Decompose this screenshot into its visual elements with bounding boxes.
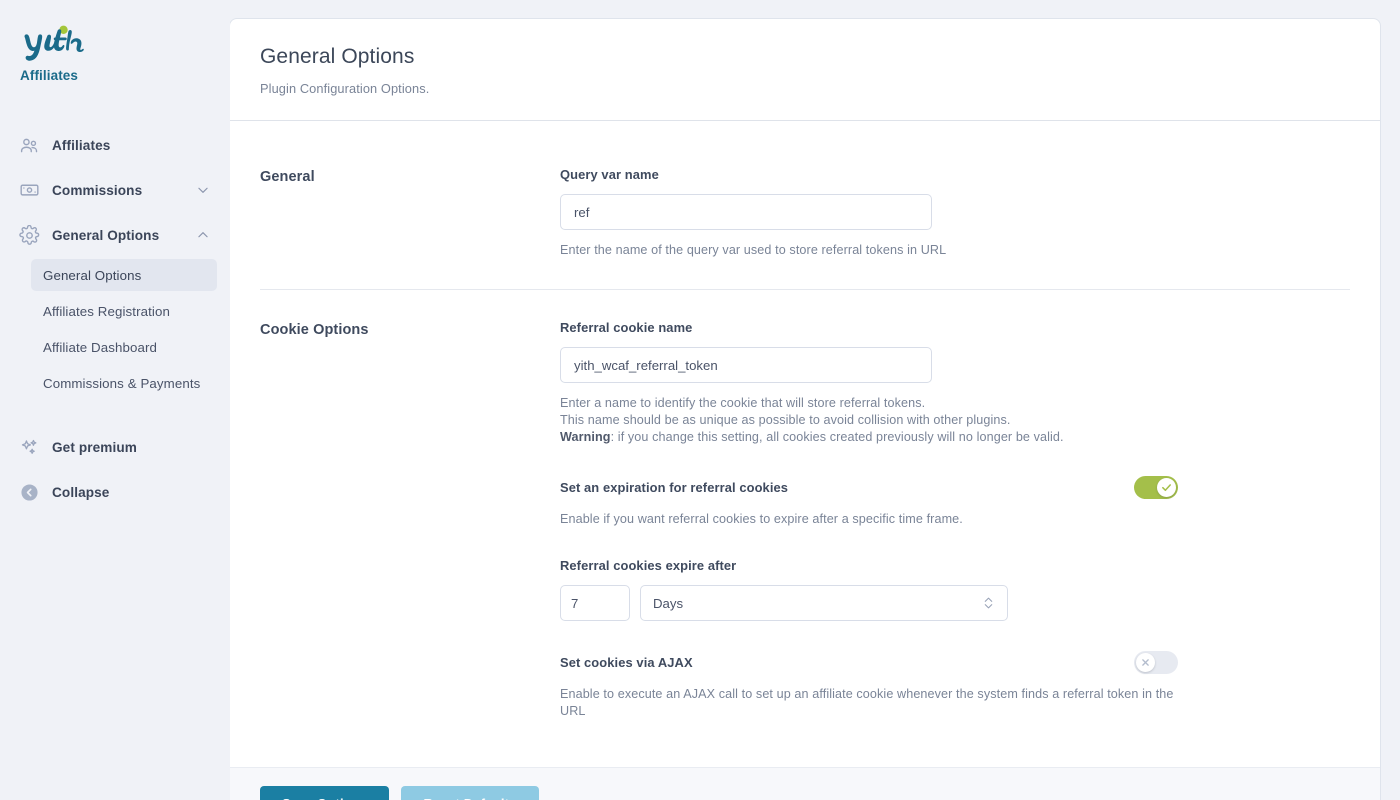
sidebar-item-affiliates[interactable]: Affiliates — [0, 125, 230, 165]
description-line-1: Enter a name to identify the cookie that… — [560, 395, 1200, 412]
sidebar-item-label: General Options — [52, 228, 196, 243]
sidebar-item-general-options[interactable]: General Options — [0, 215, 230, 255]
expire-after-label: Referral cookies expire after — [560, 558, 1200, 573]
field-referral-cookie-name: Referral cookie name Enter a name to ide… — [560, 320, 1200, 446]
referral-cookie-name-description: Enter a name to identify the cookie that… — [560, 395, 1200, 446]
options-panel: General Options Plugin Configuration Opt… — [230, 19, 1380, 800]
page-title: General Options — [260, 45, 1350, 69]
sidebar-subitem-general-options[interactable]: General Options — [31, 259, 217, 291]
sidebar-item-label: Affiliates — [52, 138, 210, 153]
ajax-toggle-switch[interactable] — [1134, 651, 1178, 674]
query-var-name-description: Enter the name of the query var used to … — [560, 242, 1200, 259]
ajax-toggle-row: Set cookies via AJAX — [560, 651, 1178, 674]
check-icon — [1161, 482, 1172, 493]
section-cookie-options-label: Cookie Options — [260, 320, 560, 720]
sidebar-item-get-premium[interactable]: Get premium — [0, 427, 230, 467]
banknote-icon — [18, 179, 40, 201]
sparkles-icon — [18, 436, 40, 458]
reset-defaults-button[interactable]: Reset Defaults — [401, 786, 538, 800]
general-options-subnav: General Options Affiliates Registration … — [0, 259, 230, 399]
referral-cookie-name-label: Referral cookie name — [560, 320, 1200, 335]
sidebar-subitem-label: General Options — [43, 268, 141, 283]
ajax-toggle-label: Set cookies via AJAX — [560, 655, 693, 670]
expiration-toggle-switch[interactable] — [1134, 476, 1178, 499]
yith-logo-icon — [18, 22, 96, 62]
toggle-knob — [1157, 478, 1176, 497]
section-cookie-options: Cookie Options Referral cookie name Ente… — [260, 289, 1350, 720]
page-subtitle: Plugin Configuration Options. — [260, 81, 1350, 96]
sidebar-subitem-commissions-payments[interactable]: Commissions & Payments — [31, 367, 217, 399]
close-icon — [1141, 658, 1150, 667]
sidebar-subitem-affiliates-registration[interactable]: Affiliates Registration — [31, 295, 217, 327]
brand: Affiliates — [0, 14, 230, 83]
section-general: General Query var name Enter the name of… — [260, 121, 1350, 259]
sidebar: Affiliates Affiliates — [0, 0, 230, 800]
save-options-button[interactable]: Save Options — [260, 786, 389, 800]
field-expiration-toggle: Set an expiration for referral cookies — [560, 476, 1200, 528]
description-line-3: Warning: if you change this setting, all… — [560, 429, 1200, 446]
sidebar-subitem-label: Commissions & Payments — [43, 376, 200, 391]
field-query-var-name: Query var name Enter the name of the que… — [560, 167, 1200, 259]
warning-text: : if you change this setting, all cookie… — [611, 430, 1064, 444]
app-root: Affiliates Affiliates — [0, 0, 1400, 800]
expire-after-controls: Days — [560, 585, 1200, 621]
sidebar-item-label: Collapse — [52, 485, 210, 500]
section-general-label: General — [260, 167, 560, 259]
primary-nav: Affiliates Commissions — [0, 125, 230, 512]
panel-header: General Options Plugin Configuration Opt… — [230, 19, 1380, 121]
referral-cookie-name-input[interactable] — [560, 347, 932, 383]
expiration-toggle-description: Enable if you want referral cookies to e… — [560, 511, 1200, 528]
query-var-name-input[interactable] — [560, 194, 932, 230]
sidebar-item-collapse[interactable]: Collapse — [0, 472, 230, 512]
collapse-arrow-icon — [18, 481, 40, 503]
toggle-knob — [1136, 653, 1155, 672]
sidebar-item-label: Get premium — [52, 440, 210, 455]
chevron-down-icon[interactable] — [196, 183, 210, 197]
query-var-name-label: Query var name — [560, 167, 1200, 182]
expire-after-amount-input[interactable] — [560, 585, 630, 621]
sidebar-item-label: Commissions — [52, 183, 196, 198]
secondary-nav: Get premium Collapse — [0, 427, 230, 512]
chevron-up-icon[interactable] — [196, 228, 210, 242]
expire-after-unit-select[interactable]: Days — [640, 585, 1008, 621]
expiration-toggle-label: Set an expiration for referral cookies — [560, 480, 788, 495]
gear-icon — [18, 224, 40, 246]
people-icon — [18, 134, 40, 156]
warning-label: Warning — [560, 430, 611, 444]
content-area: General Options Plugin Configuration Opt… — [230, 0, 1400, 800]
sidebar-subitem-affiliate-dashboard[interactable]: Affiliate Dashboard — [31, 331, 217, 363]
sidebar-subitem-label: Affiliates Registration — [43, 304, 170, 319]
brand-name: Affiliates — [20, 68, 230, 83]
section-cookie-options-fields: Referral cookie name Enter a name to ide… — [560, 320, 1200, 720]
section-general-fields: Query var name Enter the name of the que… — [560, 167, 1200, 259]
sidebar-item-commissions[interactable]: Commissions — [0, 170, 230, 210]
sidebar-subitem-label: Affiliate Dashboard — [43, 340, 157, 355]
expiration-toggle-row: Set an expiration for referral cookies — [560, 476, 1178, 499]
chevron-updown-icon — [982, 595, 995, 611]
panel-footer: Save Options Reset Defaults — [230, 767, 1380, 800]
field-expire-after: Referral cookies expire after Days — [560, 558, 1200, 621]
ajax-toggle-description: Enable to execute an AJAX call to set up… — [560, 686, 1200, 720]
field-ajax-toggle: Set cookies via AJAX — [560, 651, 1200, 720]
description-line-2: This name should be as unique as possibl… — [560, 412, 1200, 429]
panel-body: General Query var name Enter the name of… — [230, 121, 1380, 767]
expire-after-unit-value: Days — [653, 596, 683, 611]
